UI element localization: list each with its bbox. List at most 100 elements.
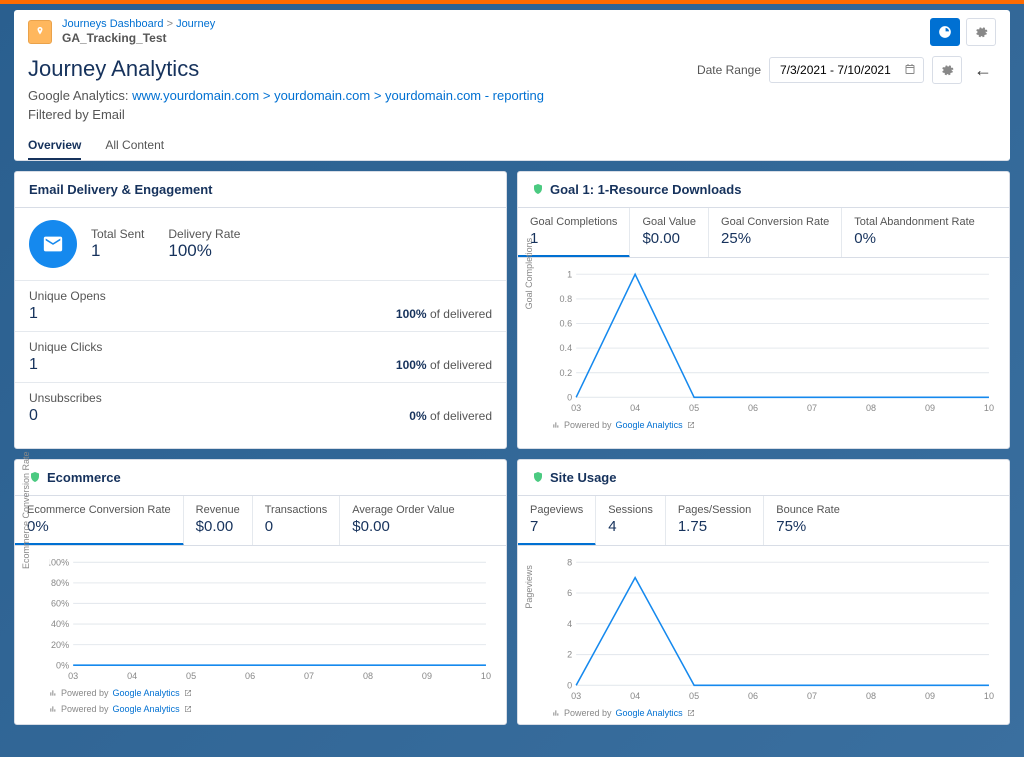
google-analytics-link[interactable]: Google Analytics <box>113 704 180 714</box>
google-analytics-link[interactable]: Google Analytics <box>113 688 180 698</box>
bar-icon <box>552 709 560 717</box>
chart-toggle-button[interactable] <box>930 18 960 46</box>
site-tab-pageviews[interactable]: Pageviews7 <box>518 496 596 546</box>
site-usage-metric-tabs: Pageviews7 Sessions4 Pages/Session1.75 B… <box>518 496 1009 546</box>
svg-text:0.6: 0.6 <box>560 318 573 328</box>
goal1-tab-completions[interactable]: Goal Completions1 <box>518 208 630 258</box>
svg-text:0: 0 <box>567 680 572 690</box>
date-range-input[interactable]: 7/3/2021 - 7/10/2021 <box>769 57 924 83</box>
svg-text:10: 10 <box>984 402 994 412</box>
breadcrumb-parent[interactable]: Journeys Dashboard <box>62 18 164 30</box>
site-tab-sessions[interactable]: Sessions4 <box>596 496 666 545</box>
svg-text:10: 10 <box>481 670 491 680</box>
ecommerce-chart: Ecommerce Conversion Rate 0%20%40%60%80%… <box>15 546 506 686</box>
ecommerce-tab-aov[interactable]: Average Order Value$0.00 <box>340 496 466 545</box>
svg-text:8: 8 <box>567 557 572 567</box>
unique-clicks-value: 1 <box>29 356 38 374</box>
settings-button[interactable] <box>966 18 996 46</box>
external-link-icon <box>184 689 192 697</box>
svg-text:60%: 60% <box>51 598 69 608</box>
svg-text:04: 04 <box>630 402 640 412</box>
svg-text:03: 03 <box>571 402 581 412</box>
svg-text:80%: 80% <box>51 577 69 587</box>
site-tab-pps[interactable]: Pages/Session1.75 <box>666 496 764 545</box>
google-analytics-link[interactable]: Google Analytics <box>616 420 683 430</box>
site-tab-bounce[interactable]: Bounce Rate75% <box>764 496 852 545</box>
back-arrow[interactable]: ← <box>970 56 996 85</box>
tab-all-content[interactable]: All Content <box>105 132 164 160</box>
svg-text:6: 6 <box>567 588 572 598</box>
bar-icon <box>552 421 560 429</box>
svg-text:05: 05 <box>689 690 699 700</box>
svg-text:0.4: 0.4 <box>560 343 573 353</box>
ecommerce-metric-tabs: Ecommerce Conversion Rate0% Revenue$0.00… <box>15 496 506 546</box>
goal1-tab-conversion[interactable]: Goal Conversion Rate25% <box>709 208 842 257</box>
svg-text:04: 04 <box>127 670 137 680</box>
goal1-tab-abandon[interactable]: Total Abandonment Rate0% <box>842 208 986 257</box>
powered-by-goal1: Powered by Google Analytics <box>518 418 1009 436</box>
svg-text:4: 4 <box>567 618 572 628</box>
svg-text:20%: 20% <box>51 639 69 649</box>
svg-text:07: 07 <box>807 402 817 412</box>
ecommerce-tab-rate[interactable]: Ecommerce Conversion Rate0% <box>15 496 184 546</box>
ecommerce-tab-revenue[interactable]: Revenue$0.00 <box>184 496 253 545</box>
svg-text:09: 09 <box>925 690 935 700</box>
svg-text:40%: 40% <box>51 619 69 629</box>
journey-icon <box>28 20 52 44</box>
panel-goal1: Goal 1: 1-Resource Downloads Goal Comple… <box>517 171 1010 449</box>
delivery-rate-value: 100% <box>168 241 240 261</box>
bar-icon <box>49 689 57 697</box>
external-link-icon <box>687 421 695 429</box>
svg-text:06: 06 <box>748 402 758 412</box>
svg-text:0%: 0% <box>56 660 69 670</box>
unique-clicks-label: Unique Clicks <box>29 340 492 354</box>
svg-text:0.8: 0.8 <box>560 293 573 303</box>
svg-text:0.2: 0.2 <box>560 367 573 377</box>
ga-path: Google Analytics: www.yourdomain.com > y… <box>28 88 544 103</box>
site-usage-chart: Pageviews 024680304050607080910 <box>518 546 1009 706</box>
ga-link-2[interactable]: yourdomain.com <box>274 88 370 103</box>
svg-text:10: 10 <box>984 690 994 700</box>
breadcrumb-title: GA_Tracking_Test <box>62 31 215 45</box>
svg-text:06: 06 <box>245 670 255 680</box>
breadcrumb-current: Journey <box>176 18 215 30</box>
svg-text:04: 04 <box>630 690 640 700</box>
panel-goal1-header: Goal 1: 1-Resource Downloads <box>518 172 1009 208</box>
powered-by-ecom2: Powered by Google Analytics <box>15 704 506 720</box>
svg-text:100%: 100% <box>49 557 69 567</box>
page-title: Journey Analytics <box>28 56 544 82</box>
unique-opens-label: Unique Opens <box>29 289 492 303</box>
svg-text:07: 07 <box>304 670 314 680</box>
svg-text:08: 08 <box>363 670 373 680</box>
panel-site-usage-header: Site Usage <box>518 460 1009 496</box>
ecommerce-tab-transactions[interactable]: Transactions0 <box>253 496 341 545</box>
mail-icon <box>29 220 77 268</box>
shield-icon <box>532 471 544 483</box>
svg-text:03: 03 <box>571 690 581 700</box>
svg-text:03: 03 <box>68 670 78 680</box>
powered-by-site: Powered by Google Analytics <box>518 706 1009 724</box>
svg-text:08: 08 <box>866 690 876 700</box>
filter-label: Filtered by Email <box>28 107 544 122</box>
panel-ecommerce-header: Ecommerce <box>15 460 506 496</box>
total-sent-value: 1 <box>91 241 144 261</box>
date-range-label: Date Range <box>697 63 761 77</box>
panel-email-delivery: Email Delivery & Engagement Total Sent 1… <box>14 171 507 449</box>
goal1-tab-value[interactable]: Goal Value$0.00 <box>630 208 709 257</box>
google-analytics-link[interactable]: Google Analytics <box>616 708 683 718</box>
svg-text:1: 1 <box>567 269 572 279</box>
date-settings-button[interactable] <box>932 56 962 84</box>
panel-ecommerce: Ecommerce Ecommerce Conversion Rate0% Re… <box>14 459 507 725</box>
goal1-metric-tabs: Goal Completions1 Goal Value$0.00 Goal C… <box>518 208 1009 258</box>
panel-email-header: Email Delivery & Engagement <box>15 172 506 208</box>
tab-overview[interactable]: Overview <box>28 132 81 160</box>
shield-icon <box>532 183 544 195</box>
ga-link-3[interactable]: yourdomain.com - reporting <box>385 88 544 103</box>
breadcrumb: Journeys Dashboard > Journey GA_Tracking… <box>62 18 215 46</box>
external-link-icon <box>184 705 192 713</box>
unique-opens-value: 1 <box>29 305 38 323</box>
svg-text:09: 09 <box>925 402 935 412</box>
delivery-rate-label: Delivery Rate <box>168 227 240 241</box>
ga-link-1[interactable]: www.yourdomain.com <box>132 88 259 103</box>
calendar-icon <box>904 63 916 75</box>
